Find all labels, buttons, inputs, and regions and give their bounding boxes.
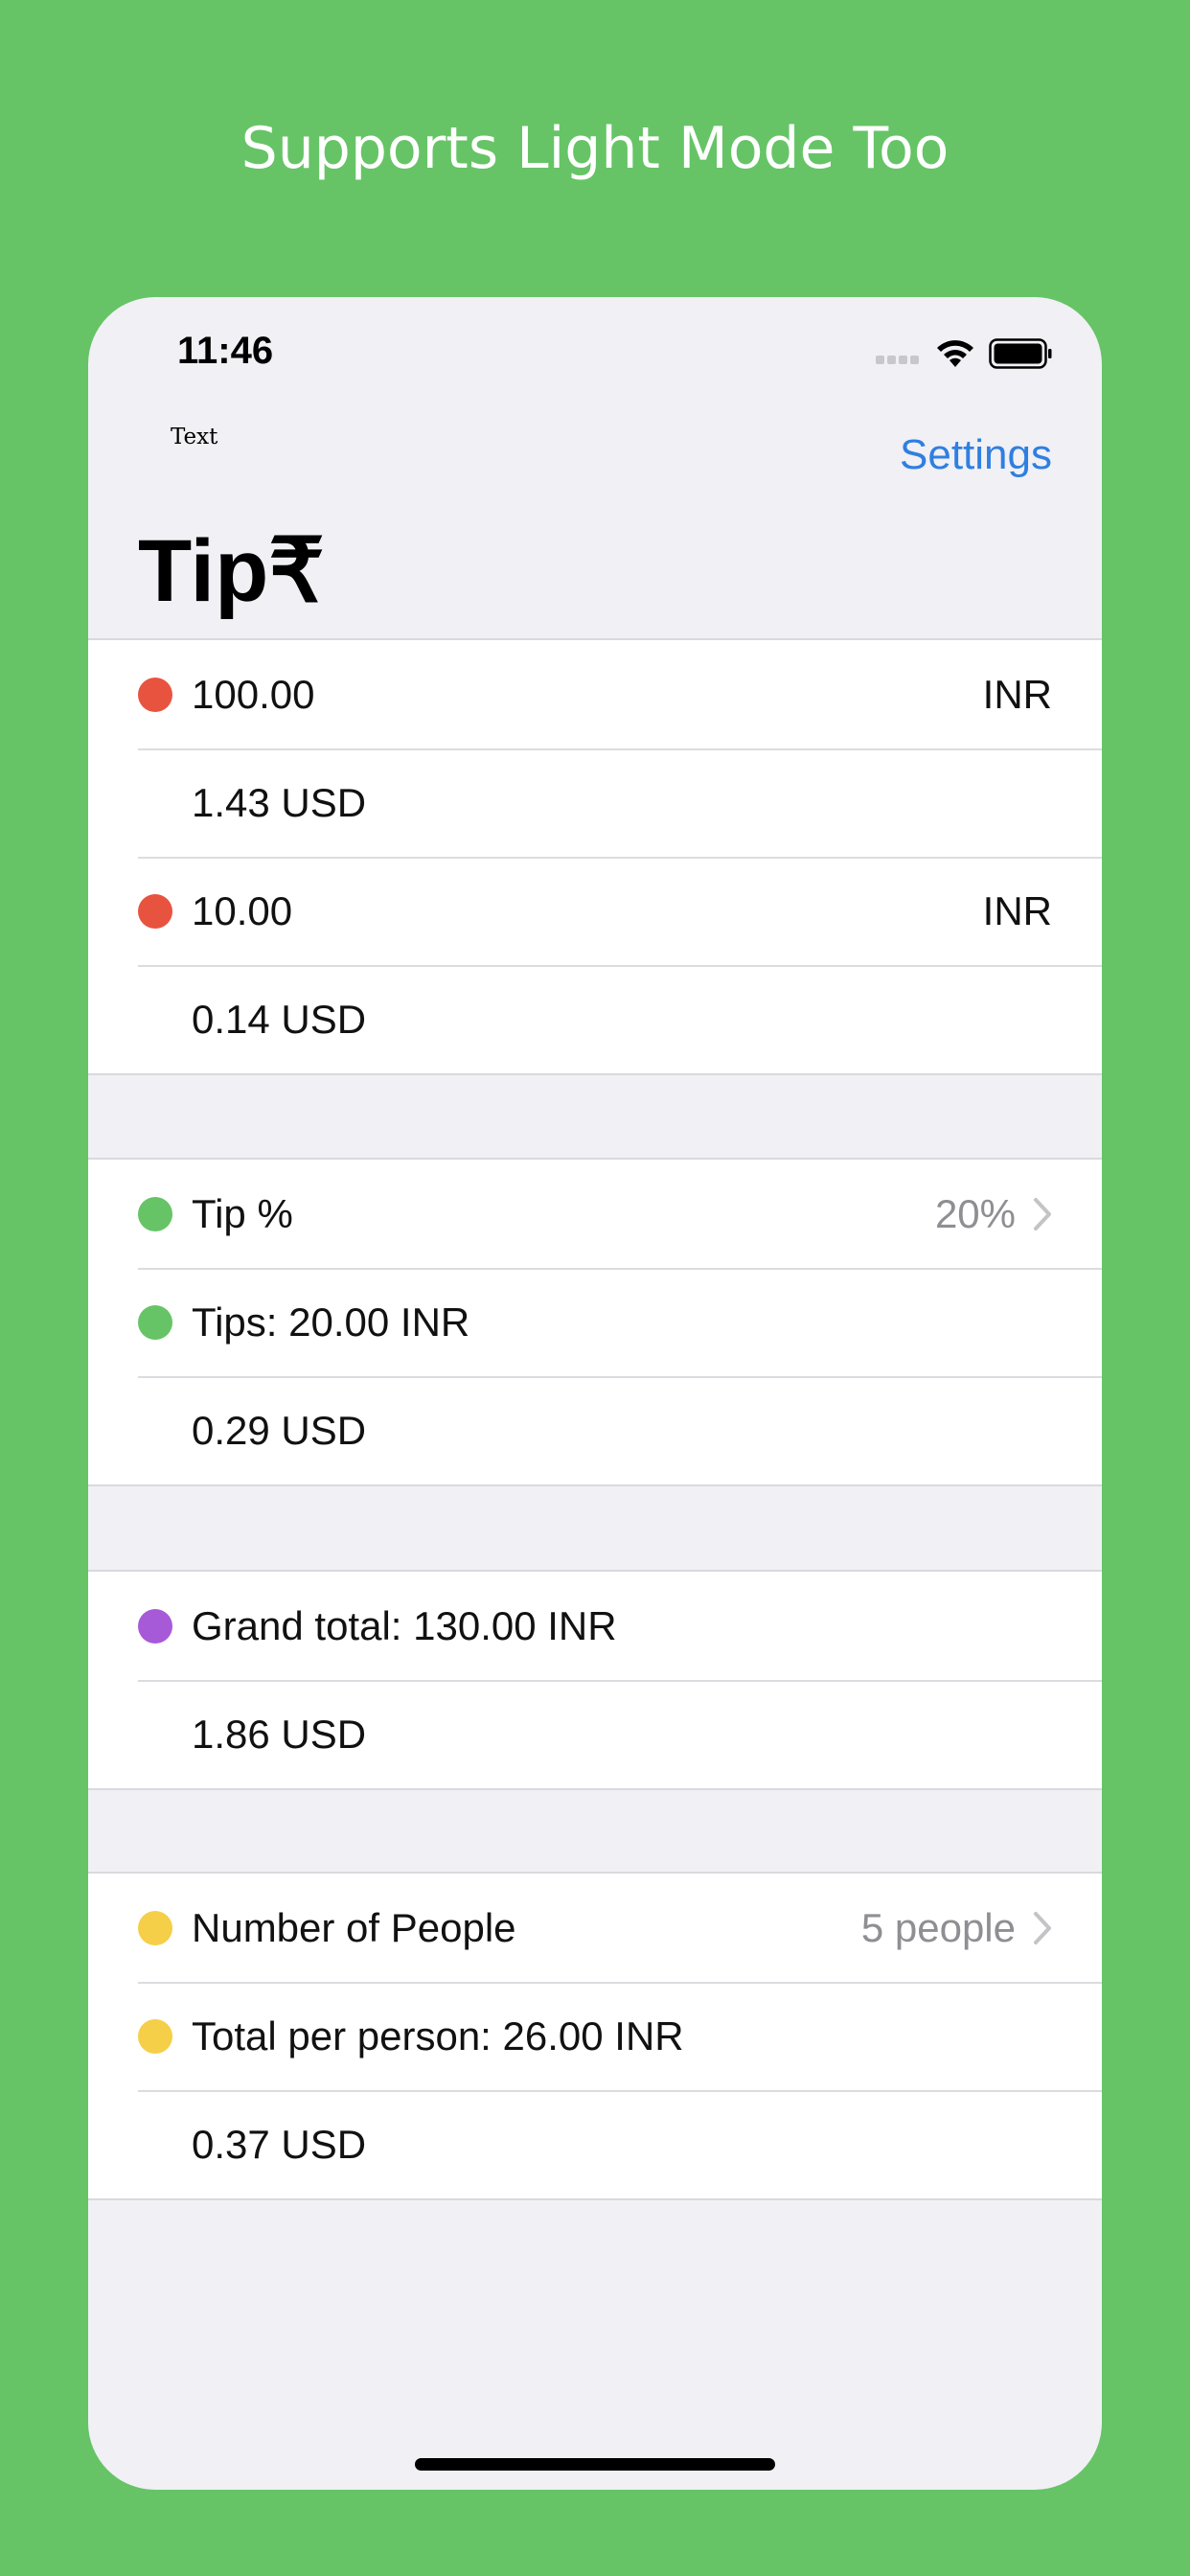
- per-person-converted-value: 0.37 USD: [192, 2121, 367, 2167]
- grand-total-converted-row: 1.86 USD: [88, 1680, 1102, 1788]
- total-per-person-row: Total per person: 26.00 INR: [88, 1982, 1102, 2090]
- grand-total-section: Grand total: 130.00 INR 1.86 USD: [88, 1570, 1102, 1790]
- grand-total-value: Grand total: 130.00 INR: [192, 1602, 617, 1648]
- status-time: 11:46: [177, 330, 274, 372]
- number-of-people-row[interactable]: Number of People 5 people: [88, 1874, 1102, 1982]
- page-title: Tip₹: [138, 522, 325, 620]
- bill-converted-value: 1.43 USD: [192, 779, 367, 825]
- status-bar: 11:46: [88, 297, 1102, 402]
- tip-percent-label: Tip %: [192, 1190, 293, 1236]
- total-per-person-value: Total per person: 26.00 INR: [192, 2012, 684, 2058]
- bill-amount-value: 100.00: [192, 671, 315, 717]
- chevron-right-icon: [1033, 1197, 1052, 1231]
- number-of-people-label: Number of People: [192, 1904, 516, 1950]
- chevron-right-icon: [1033, 1911, 1052, 1945]
- tip-percent-row[interactable]: Tip % 20%: [88, 1160, 1102, 1268]
- purple-dot-icon: [138, 1608, 172, 1644]
- text-label: Text: [171, 425, 218, 449]
- green-dot-icon: [138, 1304, 172, 1340]
- cellular-signal-icon: [876, 337, 922, 370]
- extra-converted-row: 0.14 USD: [88, 965, 1102, 1073]
- per-person-converted-row: 0.37 USD: [88, 2090, 1102, 2198]
- yellow-dot-icon: [138, 1910, 172, 1945]
- bill-section: 100.00 INR 1.43 USD 10.00 INR 0.14 USD: [88, 638, 1102, 1075]
- bill-converted-row: 1.43 USD: [88, 748, 1102, 857]
- bill-currency: INR: [982, 671, 1052, 717]
- tips-row: Tips: 20.00 INR: [88, 1268, 1102, 1376]
- yellow-dot-icon: [138, 2018, 172, 2054]
- settings-button[interactable]: Settings: [900, 431, 1052, 479]
- bill-amount-row[interactable]: 100.00 INR: [88, 640, 1102, 748]
- people-section: Number of People 5 people Total per pers…: [88, 1872, 1102, 2200]
- home-indicator[interactable]: [415, 2458, 775, 2471]
- red-dot-icon: [138, 893, 172, 929]
- tip-percent-value: 20%: [934, 1190, 1016, 1236]
- extra-amount-value: 10.00: [192, 887, 293, 933]
- status-icons: [876, 337, 1052, 370]
- green-dot-icon: [138, 1196, 172, 1231]
- extra-currency: INR: [982, 887, 1052, 933]
- phone-screen: 11:46 Text Settings Tip₹ 100.00 INR 1.43…: [88, 297, 1102, 2490]
- grand-total-converted-value: 1.86 USD: [192, 1711, 367, 1757]
- wifi-icon: [935, 338, 975, 369]
- battery-icon: [989, 338, 1052, 369]
- tips-converted-row: 0.29 USD: [88, 1376, 1102, 1484]
- tip-section: Tip % 20% Tips: 20.00 INR 0.29 USD: [88, 1158, 1102, 1486]
- caption: Supports Light Mode Too: [240, 115, 950, 182]
- tips-value: Tips: 20.00 INR: [192, 1299, 470, 1345]
- number-of-people-value: 5 people: [860, 1904, 1016, 1950]
- tips-converted-value: 0.29 USD: [192, 1407, 367, 1453]
- grand-total-row: Grand total: 130.00 INR: [88, 1572, 1102, 1680]
- extra-converted-value: 0.14 USD: [192, 996, 367, 1042]
- red-dot-icon: [138, 677, 172, 712]
- extra-amount-row[interactable]: 10.00 INR: [88, 857, 1102, 965]
